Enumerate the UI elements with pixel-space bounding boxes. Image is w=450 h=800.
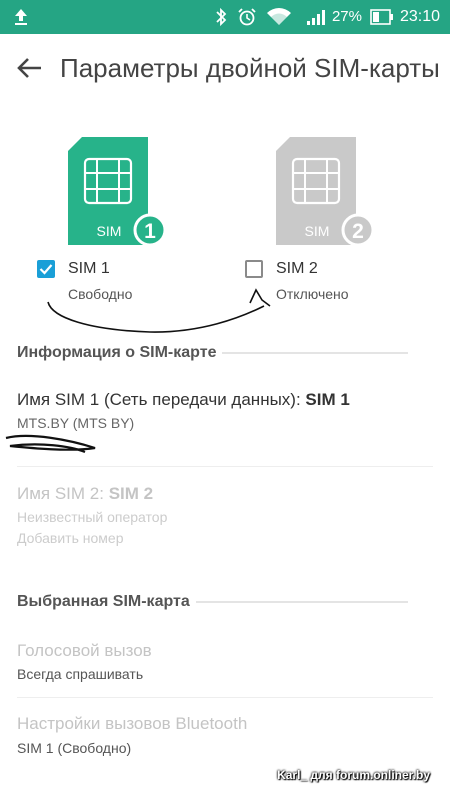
sim2-number-badge: 2 — [352, 220, 364, 243]
divider — [17, 697, 433, 698]
sim2-name-title: Имя SIM 2: SIM 2 — [17, 484, 153, 504]
preferred-header-text: Выбранная SIM-карта — [17, 593, 190, 610]
sim-info-section-header: Информация о SIM-карте — [17, 344, 409, 362]
sim-info-header-text: Информация о SIM-карте — [17, 344, 217, 361]
arrow-left-icon — [17, 58, 41, 78]
alarm-icon — [237, 0, 257, 34]
sim2-status: Отключено — [276, 286, 349, 302]
status-bar: 27% 23:10 — [0, 0, 450, 34]
sim2-icon-text: SIM — [305, 223, 330, 239]
checkmark-icon — [39, 264, 53, 275]
section-divider-line — [195, 601, 408, 603]
sim2-name-prefix: Имя SIM 2: — [17, 484, 109, 503]
page-title: Параметры двойной SIM-карты — [60, 53, 440, 83]
bluetooth-call-value: SIM 1 (Свободно) — [17, 740, 132, 756]
sim2-checkbox[interactable] — [245, 260, 263, 278]
voice-call-row[interactable]: Голосовой вызов Всегда спрашивать — [0, 628, 450, 698]
sim1-number-badge: 1 — [144, 220, 156, 243]
sim1-operator: MTS.BY (MTS BY) — [17, 415, 135, 431]
sim1-card-icon[interactable]: SIM 1 — [68, 137, 170, 252]
upload-icon — [12, 0, 30, 34]
battery-icon — [370, 0, 394, 34]
bluetooth-call-settings-row[interactable]: Настройки вызовов Bluetooth SIM 1 (Свобо… — [0, 700, 450, 770]
sim2-add-number: Добавить номер — [17, 530, 124, 546]
sim2-info-row: Имя SIM 2: SIM 2 Неизвестный оператор До… — [0, 467, 450, 552]
toolbar: Параметры двойной SIM-карты — [0, 34, 450, 102]
sim2-name-value: SIM 2 — [108, 484, 154, 503]
clock: 23:10 — [399, 8, 440, 25]
sim2-operator: Неизвестный оператор — [17, 509, 168, 525]
watermark-text: Karl_ для forum.onliner.by — [277, 768, 430, 782]
back-button[interactable] — [10, 48, 50, 88]
section-divider-line — [222, 352, 409, 354]
sim1-label: SIM 1 — [68, 260, 110, 277]
bluetooth-call-title: Настройки вызовов Bluetooth — [17, 714, 248, 733]
sim1-status: Свободно — [68, 286, 133, 302]
voice-call-value: Всегда спрашивать — [17, 666, 144, 682]
sim2-card-icon[interactable]: SIM 2 — [276, 137, 378, 252]
sim1-name-title: Имя SIM 1 (Сеть передачи данных): SIM 1 — [17, 390, 350, 410]
battery-percent: 27% — [331, 8, 362, 25]
sim1-info-row[interactable]: Имя SIM 1 (Сеть передачи данных): SIM 1 … — [0, 380, 450, 465]
sim1-icon-text: SIM — [97, 223, 122, 239]
sim2-label: SIM 2 — [276, 260, 318, 277]
voice-call-title: Голосовой вызов — [17, 641, 152, 660]
sim1-name-prefix: Имя SIM 1 (Сеть передачи данных): — [17, 390, 306, 409]
signal-icon — [306, 0, 328, 34]
sim1-name-value: SIM 1 — [305, 390, 350, 409]
bluetooth-icon — [214, 0, 228, 34]
wifi-icon — [266, 0, 292, 34]
preferred-sim-section-header: Выбранная SIM-карта — [17, 593, 408, 611]
sim1-checkbox[interactable] — [37, 260, 55, 278]
